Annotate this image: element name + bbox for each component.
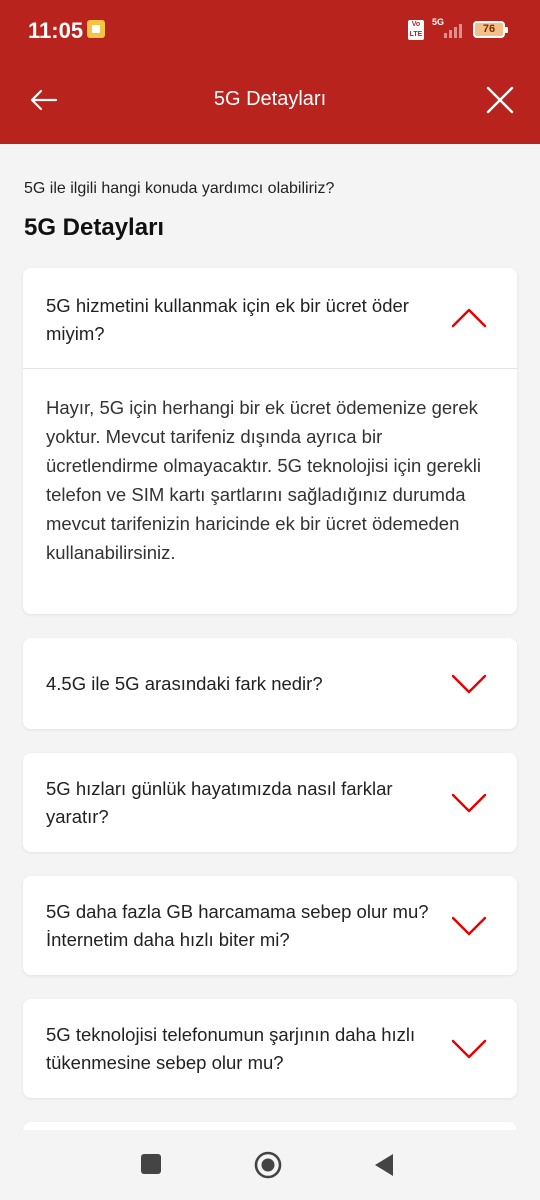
faq-question: 5G hızları günlük hayatımızda nasıl fark… [46, 778, 393, 827]
faq-question: 5G daha fazla GB harcamama sebep olur mu… [46, 901, 429, 950]
faq-card[interactable]: 5G hızları günlük hayatımızda nasıl fark… [23, 753, 517, 852]
chevron-down-icon [451, 674, 487, 694]
close-icon [486, 86, 514, 114]
signal-icon [444, 24, 462, 38]
divider [23, 368, 517, 369]
app-bar: 5G Detayları [0, 62, 540, 144]
chevron-down-icon [451, 1039, 487, 1059]
section-heading: 5G Detayları [24, 214, 165, 241]
faq-card-expanded: 5G hizmetini kullanmak için ek bir ücret… [23, 268, 517, 614]
faq-question: 5G hizmetini kullanmak için ek bir ücret… [46, 295, 409, 344]
faq-header[interactable]: 5G hizmetini kullanmak için ek bir ücret… [23, 268, 517, 368]
faq-question: 4.5G ile 5G arasındaki fark nedir? [46, 673, 323, 694]
system-nav-bar [0, 1130, 540, 1200]
status-bar: 11:05 Vo LTE 5G 76 [0, 0, 540, 62]
home-button[interactable] [254, 1151, 282, 1179]
status-time: 11:05 [28, 18, 84, 43]
chevron-up-icon [451, 308, 487, 328]
page-title: 5G Detayları [213, 88, 327, 110]
close-button[interactable] [478, 78, 522, 122]
faq-card[interactable]: 5G teknolojisi telefonumun şarjının daha… [23, 999, 517, 1098]
notification-icon [87, 20, 105, 38]
recents-button[interactable] [141, 1154, 161, 1174]
network-type: 5G [432, 17, 445, 27]
faq-answer: Hayır, 5G için herhangi bir ek ücret öde… [46, 397, 481, 563]
chevron-down-icon [451, 793, 487, 813]
battery-icon: 76 [473, 21, 508, 38]
volte-icon: Vo LTE [408, 20, 424, 40]
intro-text: 5G ile ilgili hangi konuda yardımcı olab… [24, 180, 335, 197]
faq-card[interactable]: 5G daha fazla GB harcamama sebep olur mu… [23, 876, 517, 975]
faq-question: 5G teknolojisi telefonumun şarjının daha… [46, 1024, 416, 1073]
chevron-down-icon [451, 916, 487, 936]
faq-card[interactable]: 4.5G ile 5G arasındaki fark nedir? [23, 638, 517, 729]
nav-back-button[interactable] [373, 1152, 395, 1178]
